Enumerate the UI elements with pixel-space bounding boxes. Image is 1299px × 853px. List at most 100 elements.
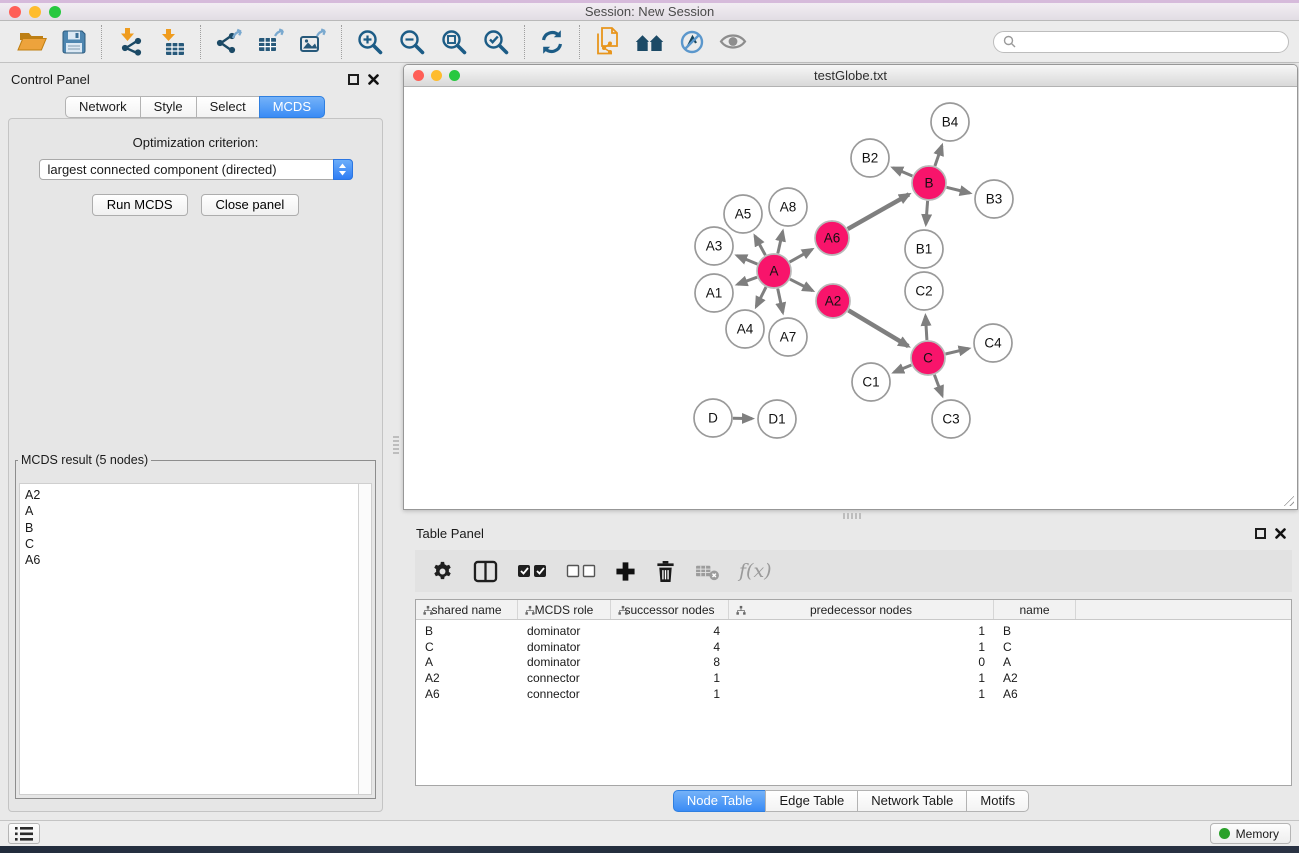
close-panel-button[interactable]: Close panel [201,194,300,216]
import-table-icon[interactable] [151,24,193,60]
desktop-background-strip [0,846,1299,853]
search-input[interactable] [1021,34,1279,50]
delete-columns-icon[interactable] [655,560,676,583]
column-header-successor-nodes[interactable]: successor nodes [611,600,729,619]
mcds-result-item[interactable]: A [25,503,358,519]
zoom-fit-icon[interactable] [433,24,475,60]
zoom-network-window-button[interactable] [449,70,460,81]
zoom-in-icon[interactable] [349,24,391,60]
control-panel: Control Panel Network Style Select MCDS … [0,64,390,820]
export-network-icon[interactable] [208,24,250,60]
graph-edge-C-C4[interactable] [946,349,969,354]
minimize-network-window-button[interactable] [431,70,442,81]
hide-graphics-details-icon[interactable] [672,24,712,60]
graph-edge-A-A6[interactable] [790,249,812,262]
open-session-icon[interactable] [10,24,54,60]
workspace-area: testGlobe.txt AA1A2A3A4A5A6A7A8BB1B2B3B4… [403,64,1299,820]
select-all-icon[interactable] [517,563,547,579]
zoom-out-icon[interactable] [391,24,433,60]
splitter-grip[interactable] [393,436,399,454]
table-row[interactable]: A2connector11A2 [416,670,1291,686]
graph-edge-C-C2[interactable] [926,316,927,340]
tab-select[interactable]: Select [196,96,260,118]
graph-edge-A-A8[interactable] [778,231,783,253]
tab-motifs[interactable]: Motifs [966,790,1029,812]
column-header-shared-name[interactable]: shared name [416,600,518,619]
criterion-dropdown[interactable]: largest connected component (directed) [39,159,353,180]
window-title: Session: New Session [585,4,714,19]
network-canvas[interactable]: AA1A2A3A4A5A6A7A8BB1B2B3B4CC1C2C3C4DD1 [405,88,1296,508]
graph-edge-A-A4[interactable] [756,287,766,307]
graph-edge-A6-B[interactable] [848,194,909,229]
function-builder-icon[interactable]: f(x) [739,560,772,582]
zoom-window-button[interactable] [49,6,61,18]
export-table-icon[interactable] [250,24,292,60]
graph-node-label: D [708,411,718,426]
horizontal-splitter-grip[interactable] [843,513,861,519]
graph-edge-C-C1[interactable] [894,365,911,372]
close-table-panel-icon[interactable] [1275,528,1286,539]
refresh-layout-icon[interactable] [532,24,572,60]
show-task-history-button[interactable] [8,823,40,844]
column-header-mcds-role[interactable]: MCDS role [518,600,611,619]
table-body: Bdominator41BCdominator41CAdominator80AA… [416,620,1291,702]
graph-edge-B-B4[interactable] [935,146,942,166]
close-window-button[interactable] [9,6,21,18]
mcds-result-item[interactable]: A2 [25,487,358,503]
dropdown-stepper-icon [333,159,353,180]
split-panel-icon[interactable] [473,560,498,583]
tab-network-table[interactable]: Network Table [857,790,967,812]
minimize-window-button[interactable] [29,6,41,18]
close-panel-icon[interactable] [368,74,379,85]
graph-edge-A-A1[interactable] [738,277,758,284]
add-column-icon[interactable] [615,561,636,582]
close-network-window-button[interactable] [413,70,424,81]
graph-node-label: C2 [915,284,932,299]
run-mcds-button[interactable]: Run MCDS [92,194,188,216]
tab-mcds[interactable]: MCDS [259,96,325,118]
table-row[interactable]: Bdominator41B [416,623,1291,639]
zoom-selected-icon[interactable] [475,24,517,60]
mcds-result-item[interactable]: C [25,536,358,552]
delete-table-icon[interactable] [695,561,720,582]
bird-eye-view-icon[interactable] [712,24,754,60]
graph-edge-A2-C[interactable] [848,310,908,346]
network-graph[interactable]: AA1A2A3A4A5A6A7A8BB1B2B3B4CC1C2C3C4DD1 [405,88,1298,510]
column-type-icon [525,605,535,616]
table-row[interactable]: Cdominator41C [416,639,1291,655]
mcds-result-item[interactable]: B [25,520,358,536]
home-layout-icon[interactable] [627,24,672,60]
deselect-all-icon[interactable] [566,563,596,579]
graph-edge-A-A2[interactable] [790,279,813,290]
tab-node-table[interactable]: Node Table [673,790,767,812]
search-field[interactable] [993,31,1289,53]
graph-edge-A-A5[interactable] [755,236,766,255]
column-header-name[interactable]: name [994,600,1076,619]
column-header-predecessor-nodes[interactable]: predecessor nodes [729,600,994,619]
table-cell: 0 [729,655,994,669]
graph-edge-B-B2[interactable] [893,168,912,176]
graph-edge-A-A7[interactable] [778,289,783,313]
float-table-panel-icon[interactable] [1255,528,1266,539]
export-image-icon[interactable] [292,24,334,60]
vertical-splitter[interactable] [390,64,403,820]
graph-edge-B-B3[interactable] [947,187,970,193]
table-settings-icon[interactable] [431,560,454,583]
save-session-icon[interactable] [54,24,94,60]
memory-button[interactable]: Memory [1210,823,1291,844]
table-row[interactable]: Adominator80A [416,655,1291,671]
tab-style[interactable]: Style [140,96,197,118]
import-network-icon[interactable] [109,24,151,60]
tab-edge-table[interactable]: Edge Table [765,790,858,812]
result-scrollbar[interactable] [358,484,371,794]
graph-edge-B-B1[interactable] [926,201,928,224]
graph-edge-C-C3[interactable] [934,375,942,396]
float-panel-icon[interactable] [348,74,359,85]
mcds-result-item[interactable]: A6 [25,552,358,568]
mcds-result-title: MCDS result (5 nodes) [18,453,151,467]
network-from-file-icon[interactable] [587,24,627,60]
table-row[interactable]: A6connector11A6 [416,686,1291,702]
tab-network[interactable]: Network [65,96,141,118]
graph-edge-A-A3[interactable] [737,256,757,265]
graph-node-label: C1 [862,375,879,390]
